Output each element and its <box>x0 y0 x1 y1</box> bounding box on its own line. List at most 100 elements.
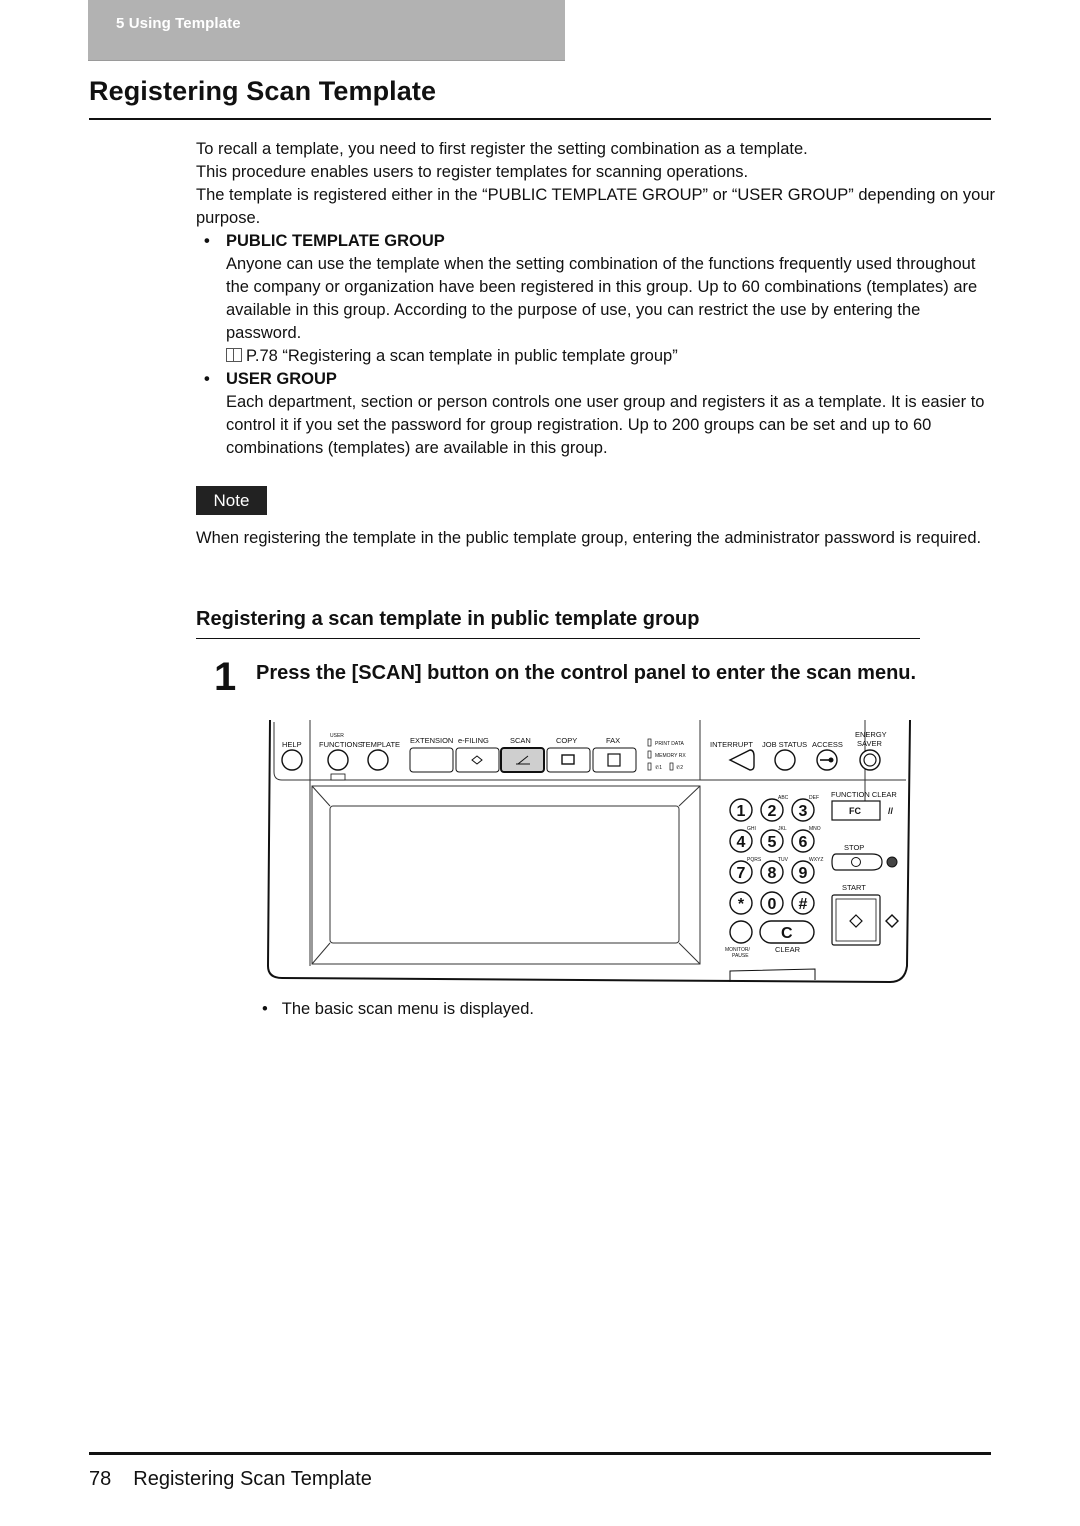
page-footer: 78 Registering Scan Template <box>89 1468 372 1491</box>
svg-text:ENERGY: ENERGY <box>855 730 887 739</box>
access-button[interactable]: ACCESS <box>812 740 843 771</box>
copy-button[interactable]: COPY <box>546 736 591 773</box>
keypad-key[interactable]: # <box>791 891 815 915</box>
svg-text://: // <box>888 806 894 816</box>
chapter-label: 5 Using Template <box>116 15 241 32</box>
public-group-reference[interactable]: P.78 “Registering a scan template in pub… <box>196 345 996 368</box>
energy-saver-button[interactable]: ENERGY SAVER <box>855 730 887 771</box>
svg-text:PRINT DATA: PRINT DATA <box>655 741 685 747</box>
keypad-key-letters: GHI <box>747 826 756 832</box>
keypad-key-label: 7 <box>737 865 746 882</box>
job-status-button[interactable]: JOB STATUS <box>762 740 807 771</box>
user-group-text: Each department, section or person contr… <box>226 393 985 457</box>
svg-text:CLEAR: CLEAR <box>775 945 801 954</box>
svg-text:TEMPLATE: TEMPLATE <box>361 740 400 749</box>
keypad-key-label: 5 <box>768 834 777 851</box>
title-divider <box>89 118 991 120</box>
keypad-key[interactable]: 1 <box>729 798 753 822</box>
svg-text:FAX: FAX <box>606 736 620 745</box>
svg-text:EXTENSION: EXTENSION <box>410 736 453 745</box>
help-button[interactable]: HELP <box>281 740 303 771</box>
keypad-key-letters: WXYZ <box>809 857 823 863</box>
reference-link[interactable]: P.78 “Registering a scan template in pub… <box>246 347 678 365</box>
keypad-key-label: 4 <box>737 834 746 851</box>
footer-divider <box>89 1452 991 1455</box>
keypad-indicator-icon <box>330 773 346 781</box>
keypad-key[interactable]: * <box>729 891 753 915</box>
intro-line: To recall a template, you need to first … <box>196 140 808 158</box>
keypad-key-letters: TUV <box>778 857 789 863</box>
keypad-key[interactable]: 9WXYZ <box>791 857 823 884</box>
keypad-key-label: # <box>799 896 808 913</box>
efiling-button[interactable]: e-FILING <box>455 736 500 773</box>
keypad-key-label: 1 <box>737 803 746 820</box>
keypad-key-label: 6 <box>799 834 808 851</box>
extension-button[interactable]: EXTENSION <box>409 736 454 773</box>
monitor-pause-button[interactable]: MONITOR/ PAUSE <box>725 920 753 959</box>
keypad-key-label: * <box>738 896 745 913</box>
note-badge: Note <box>196 486 267 515</box>
control-panel-drawing: HELP USER FUNCTIONS TEMPLATE EXTENSION e… <box>266 719 911 984</box>
keypad-key[interactable]: 0 <box>760 891 784 915</box>
start-button[interactable]: START <box>831 883 899 946</box>
public-group-text: Anyone can use the template when the set… <box>226 255 978 342</box>
lcd-screen[interactable] <box>329 805 680 944</box>
clear-button[interactable]: C CLEAR <box>759 920 815 954</box>
footer-title: Registering Scan Template <box>133 1468 372 1490</box>
svg-text:PAUSE: PAUSE <box>732 953 749 959</box>
keypad-key-label: 2 <box>768 803 777 820</box>
template-button[interactable]: TEMPLATE <box>361 740 400 771</box>
svg-text:START: START <box>842 883 866 892</box>
svg-text:HELP: HELP <box>282 740 302 749</box>
svg-text:FUNCTION CLEAR: FUNCTION CLEAR <box>831 790 897 799</box>
keypad-key[interactable]: 2ABC <box>760 795 789 822</box>
indicator-lamps: PRINT DATA MEMORY RX ✆1 ✆2 <box>647 738 686 771</box>
page-title: Registering Scan Template <box>89 76 437 106</box>
fax-button[interactable]: FAX <box>592 736 637 773</box>
svg-text:✆1: ✆1 <box>655 765 662 771</box>
keypad-key[interactable]: 4GHI <box>729 826 756 853</box>
keypad-key[interactable]: 5JKL <box>760 826 787 853</box>
keypad-key[interactable]: 8TUV <box>760 857 789 884</box>
keypad-key-label: 3 <box>799 803 808 820</box>
note-text: When registering the template in the pub… <box>196 529 982 547</box>
numeric-keypad: 1 2ABC3DEF4GHI5JKL6MNO7PQRS8TUV9WXYZ* 0 # <box>729 795 823 915</box>
step-result: The basic scan menu is displayed. <box>262 1000 534 1019</box>
fax-icon <box>607 753 621 767</box>
book-icon <box>226 348 242 362</box>
svg-text:COPY: COPY <box>556 736 577 745</box>
keypad-key[interactable]: 3DEF <box>791 795 819 822</box>
keypad-key-label: 8 <box>768 865 777 882</box>
svg-text:STOP: STOP <box>844 843 864 852</box>
intro-line: The template is registered either in the… <box>196 186 996 227</box>
user-group-heading: USER GROUP <box>196 368 996 391</box>
svg-text:USER: USER <box>330 733 344 739</box>
svg-text:ACCESS: ACCESS <box>812 740 843 749</box>
page-number: 78 <box>89 1468 112 1490</box>
step-number: 1 <box>214 655 237 699</box>
keypad-key-label: 0 <box>768 896 777 913</box>
user-functions-button[interactable]: USER FUNCTIONS <box>319 733 363 781</box>
keypad-key[interactable]: 7PQRS <box>729 857 762 884</box>
keypad-key-letters: PQRS <box>747 857 762 863</box>
svg-text:e-FILING: e-FILING <box>458 736 489 745</box>
chapter-tab: 5 Using Template <box>88 0 565 61</box>
svg-text:JOB STATUS: JOB STATUS <box>762 740 807 749</box>
keypad-key-letters: ABC <box>778 795 789 801</box>
function-clear-button[interactable]: FUNCTION CLEAR FC // <box>831 790 897 821</box>
interrupt-button[interactable]: INTERRUPT <box>710 740 755 771</box>
keypad-key[interactable]: 6MNO <box>791 826 821 853</box>
keypad-key-label: 9 <box>799 865 808 882</box>
control-panel-illustration: HELP USER FUNCTIONS TEMPLATE EXTENSION e… <box>260 716 920 986</box>
svg-text:INTERRUPT: INTERRUPT <box>710 740 753 749</box>
svg-text:C: C <box>781 925 793 942</box>
keypad-key-letters: JKL <box>778 826 787 832</box>
stop-button[interactable]: STOP <box>831 843 898 871</box>
svg-text:FC: FC <box>849 806 861 816</box>
section-heading: Registering a scan template in public te… <box>196 608 700 630</box>
svg-text:FUNCTIONS: FUNCTIONS <box>319 740 363 749</box>
copy-icon <box>561 754 575 765</box>
intro-line: This procedure enables users to register… <box>196 163 749 181</box>
intro-section: To recall a template, you need to first … <box>196 138 996 460</box>
scan-button[interactable]: SCAN <box>500 736 545 773</box>
